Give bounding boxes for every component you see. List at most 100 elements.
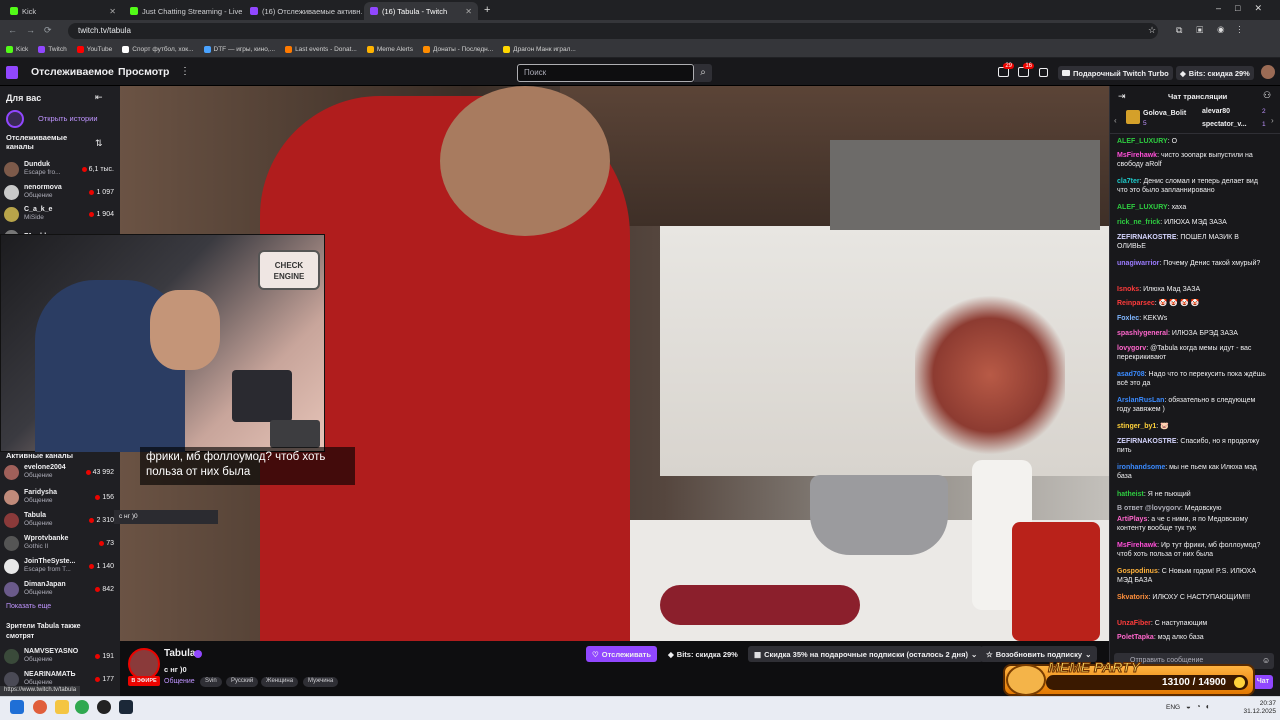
back-forward-reload-icon[interactable]: ←→⟳ bbox=[8, 25, 61, 36]
follow-button[interactable]: ♡ Отслеживать bbox=[586, 646, 657, 662]
chat-username[interactable]: Skvatorix bbox=[1117, 594, 1149, 601]
obs-icon[interactable] bbox=[97, 700, 111, 714]
chat-username[interactable]: ArtiPlays bbox=[1117, 516, 1147, 523]
chat-username[interactable]: unagiwarrior bbox=[1117, 260, 1159, 267]
bookmark-item[interactable]: Meme Alerts bbox=[366, 46, 413, 53]
bookmark-star-icon[interactable]: ☆ bbox=[1148, 25, 1156, 36]
chat-username[interactable]: cla7ter bbox=[1117, 178, 1140, 185]
stream-tag[interactable]: Русский bbox=[226, 677, 259, 687]
chat-users-icon[interactable]: ⚇ bbox=[1263, 90, 1271, 101]
chat-username[interactable]: ZEFIRNAKOSTRE bbox=[1117, 234, 1177, 241]
gift-turbo-button[interactable]: Подарочный Twitch Turbo bbox=[1058, 66, 1173, 80]
stream-tag[interactable]: Мужчина bbox=[303, 677, 339, 687]
bits-button[interactable]: ◆ Bits: скидка 29% bbox=[662, 646, 744, 662]
bookmark-item[interactable]: Last events - Donat... bbox=[285, 46, 357, 53]
chat-username[interactable]: Gospodinus bbox=[1117, 568, 1158, 575]
notifications-icon[interactable]: 16 bbox=[1018, 63, 1034, 77]
browser-tab[interactable]: Just Chatting Streaming - Live✕ bbox=[124, 2, 242, 20]
url-bar[interactable]: twitch.tv/tabula bbox=[68, 23, 1158, 39]
more-menu-icon[interactable]: ⋮ bbox=[180, 66, 190, 77]
bookmark-item[interactable]: Kick bbox=[6, 46, 28, 53]
chat-username[interactable]: spashlygeneral bbox=[1117, 330, 1168, 337]
sidebar-channel[interactable]: DimanJapan Общение 842 bbox=[4, 578, 114, 600]
nav-following[interactable]: Отслеживаемое bbox=[31, 66, 114, 78]
extensions-icon[interactable]: ⧉▣◉⋮ bbox=[1176, 25, 1255, 36]
gifter-name[interactable]: spectator_v... bbox=[1202, 121, 1247, 128]
gifter-name[interactable]: alevar80 bbox=[1202, 108, 1230, 115]
chat-username[interactable]: MsFirehawk bbox=[1117, 542, 1157, 549]
chat-username[interactable]: ALEF_LUXURY bbox=[1117, 138, 1168, 145]
gift-subs-button[interactable]: ▦ Скидка 35% на подарочные подписки (оста… bbox=[748, 646, 984, 662]
chat-username[interactable]: ALEF_LUXURY bbox=[1117, 204, 1168, 211]
show-more-link[interactable]: Показать еще bbox=[6, 603, 51, 610]
bits-discount-button[interactable]: ◆ Bits: скидка 29% bbox=[1176, 66, 1254, 80]
chat-username[interactable]: asad708 bbox=[1117, 371, 1145, 378]
sidebar-channel[interactable]: evelone2004 Общение 43 992 bbox=[4, 461, 114, 483]
stream-category[interactable]: Общение bbox=[164, 678, 195, 685]
chat-username[interactable]: Reinparsec bbox=[1117, 300, 1155, 307]
chat-username[interactable]: hatheist bbox=[1117, 491, 1144, 498]
user-avatar[interactable] bbox=[1261, 65, 1275, 79]
file-explorer-icon[interactable] bbox=[55, 700, 69, 714]
sidebar-channel[interactable]: Tabula Общение 2 310 bbox=[4, 509, 114, 531]
sidebar-channel[interactable]: JoinTheSyste... Escape from T... 1 140 bbox=[4, 555, 114, 577]
chat-username[interactable]: MsFirehawk bbox=[1117, 152, 1157, 159]
chrome-icon[interactable] bbox=[75, 700, 89, 714]
bookmark-item[interactable]: DTF — игры, кино,... bbox=[203, 46, 275, 53]
language-indicator[interactable]: ENG bbox=[1166, 704, 1180, 711]
chat-send-button[interactable]: Чат bbox=[1253, 675, 1273, 689]
chevron-right-icon[interactable]: › bbox=[1271, 116, 1274, 125]
chat-username[interactable]: В ответ @lovygorv bbox=[1117, 505, 1181, 512]
yandex-icon[interactable] bbox=[33, 700, 47, 714]
browser-tab[interactable]: Kick ✕ bbox=[4, 2, 122, 20]
channel-name[interactable]: Tabula bbox=[164, 648, 195, 659]
search-input[interactable]: Поиск bbox=[517, 64, 694, 82]
bookmark-item[interactable]: Спорт футбол, хок... bbox=[122, 46, 194, 53]
collapse-chat-icon[interactable]: ⇥ bbox=[1118, 91, 1126, 102]
chat-username[interactable]: Isnoks bbox=[1117, 286, 1139, 293]
steam-icon[interactable] bbox=[119, 700, 133, 714]
chat-username[interactable]: Foxlec bbox=[1117, 315, 1139, 322]
stories-avatar[interactable] bbox=[6, 110, 24, 128]
chat-username[interactable]: lovygorv bbox=[1117, 345, 1146, 352]
chat-username[interactable]: rick_ne_frick bbox=[1117, 219, 1160, 226]
sidebar-channel[interactable]: nenormova Общение 1 097 bbox=[4, 181, 114, 203]
chat-username[interactable]: UnzaFiber bbox=[1117, 620, 1151, 627]
twitch-logo-icon[interactable] bbox=[6, 66, 18, 79]
sidebar-channel[interactable]: Faridysha Общение 156 bbox=[4, 486, 114, 508]
bookmark-item[interactable]: Донаты - Последн... bbox=[422, 46, 493, 53]
bookmark-item[interactable]: Драгон Манк играл... bbox=[503, 46, 576, 53]
sidebar-channel[interactable]: NAMVSEYASNO Общение 191 bbox=[4, 645, 114, 667]
stream-tag[interactable]: Женщина bbox=[261, 677, 299, 687]
browser-tab[interactable]: (16) Отслеживаемые активн…✕ bbox=[244, 2, 362, 20]
emote-picker-icon[interactable]: ☺ bbox=[1262, 656, 1270, 665]
open-stories-link[interactable]: Открыть истории bbox=[38, 114, 98, 123]
sidebar-channel[interactable]: C_a_k_e MiSide 1 904 bbox=[4, 203, 114, 225]
whispers-icon[interactable] bbox=[1039, 68, 1048, 77]
clock[interactable]: 20:37 31.12.2025 bbox=[1236, 700, 1276, 716]
new-tab-icon[interactable]: + bbox=[484, 4, 490, 16]
chat-username[interactable]: ironhandsome bbox=[1117, 464, 1165, 471]
browser-tab-active[interactable]: (16) Tabula - Twitch ✕ bbox=[364, 2, 478, 20]
bookmark-item[interactable]: Twitch bbox=[38, 46, 67, 53]
chat-username[interactable]: ArslanRusLan bbox=[1117, 397, 1164, 404]
inbox-icon[interactable]: 29 bbox=[998, 63, 1014, 77]
chat-username[interactable]: ZEFIRNAKOSTRE bbox=[1117, 438, 1177, 445]
sort-icon[interactable]: ⇅ bbox=[95, 138, 103, 149]
sidebar-channel[interactable]: Dunduk Escape fro... 6,1 тыс. bbox=[4, 158, 114, 180]
bookmark-item[interactable]: YouTube bbox=[76, 46, 112, 53]
search-icon[interactable]: ⌕ bbox=[694, 64, 712, 82]
window-controls-icon[interactable]: –□✕ bbox=[1216, 3, 1276, 14]
chat-username[interactable]: PoletTapka bbox=[1117, 634, 1154, 641]
chevron-left-icon[interactable]: ‹ bbox=[1114, 116, 1117, 125]
collapse-sidebar-icon[interactable]: ⇤ bbox=[95, 92, 103, 103]
start-icon[interactable] bbox=[10, 700, 24, 714]
top-gifter-name[interactable]: Golova_Bolit bbox=[1143, 110, 1186, 117]
close-tab-icon[interactable]: ✕ bbox=[109, 7, 116, 16]
nav-browse[interactable]: Просмотр bbox=[118, 66, 169, 78]
close-tab-icon[interactable]: ✕ bbox=[465, 7, 472, 16]
chat-username[interactable]: stinger_by1 bbox=[1117, 423, 1156, 430]
stream-tag[interactable]: Svin bbox=[200, 677, 222, 687]
sidebar-channel[interactable]: Wprotvbanke Gothic II 73 bbox=[4, 532, 114, 554]
system-tray-icon[interactable]: ◒◔◐ bbox=[1186, 702, 1216, 711]
